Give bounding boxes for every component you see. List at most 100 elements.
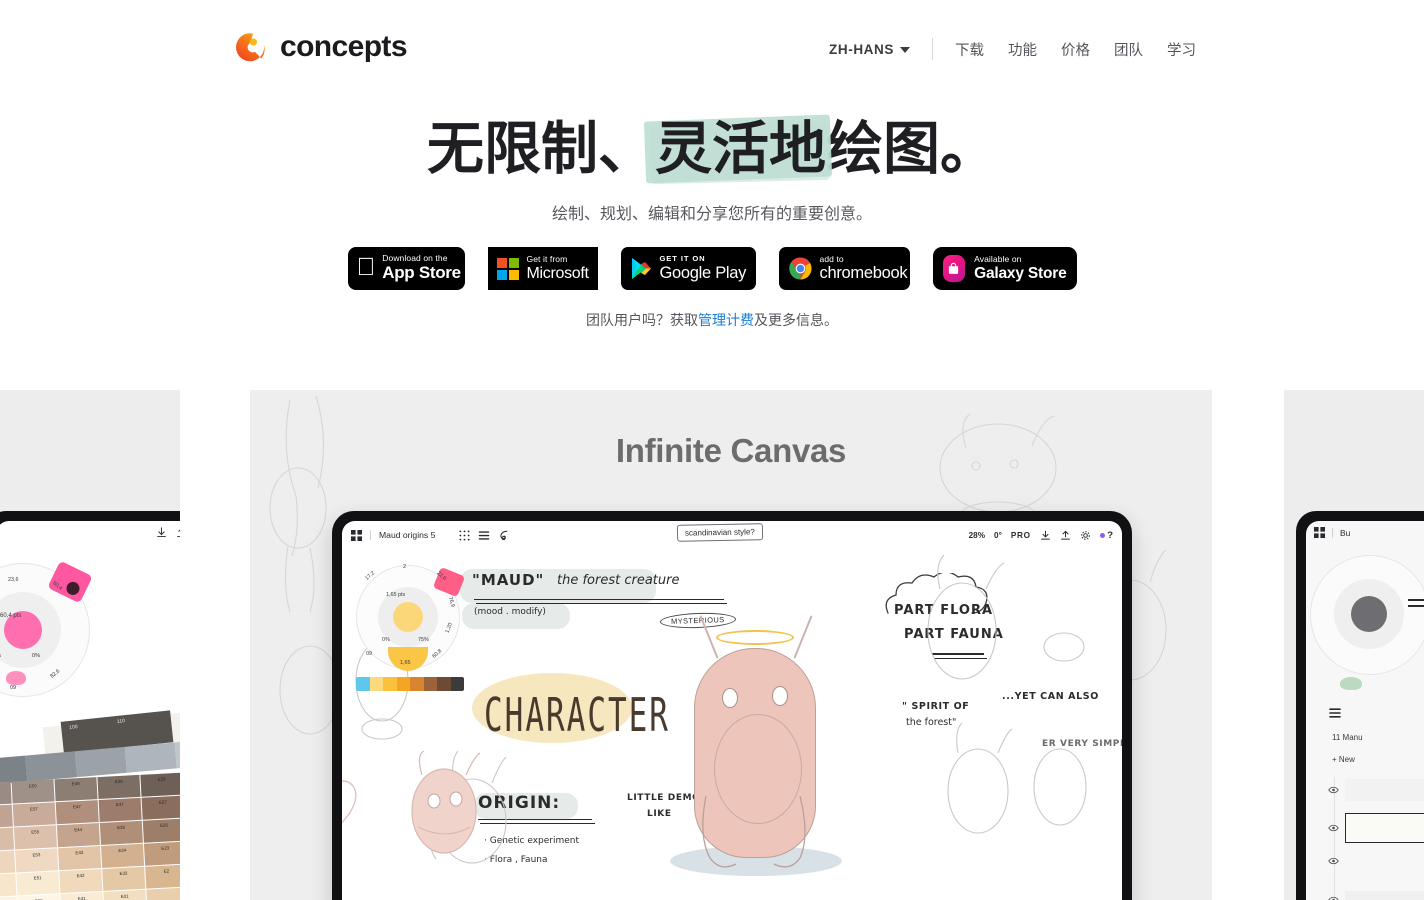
swatch-label-100: 100 xyxy=(69,724,78,731)
brush-size-label: 1,65 pts xyxy=(386,592,406,598)
chromebook-badge[interactable]: add to chromebook xyxy=(778,247,910,290)
google-play-big-label: Google Play xyxy=(659,263,747,282)
teams-info-line: 团队用户吗？获取管理计费及更多信息。 xyxy=(0,310,1424,330)
app-toolbar-left: Maud origins 5 xyxy=(351,529,510,541)
headline-part-2: 绘图。 xyxy=(826,117,997,181)
eye-visibility-icon[interactable] xyxy=(1328,824,1339,832)
upload-arrow-icon[interactable] xyxy=(176,527,180,538)
wheel-heart-swatch xyxy=(6,671,26,685)
google-play-icon xyxy=(631,257,652,280)
nav-link-downloads[interactable]: 下载 xyxy=(955,39,984,60)
layers-stack-icon[interactable] xyxy=(478,530,490,541)
sketch-heart-doodle xyxy=(342,780,357,824)
canvas-sketch: "MAUD" the forest creature (mood . modif… xyxy=(342,521,1122,900)
layers-manual-label: 11 Manu xyxy=(1332,733,1363,742)
layers-stack-icon[interactable] xyxy=(1328,707,1342,719)
headline-part-1: 无限制、 xyxy=(427,117,655,181)
tablet-screen-left: ? 60,4 pts 98% 0% xyxy=(0,521,180,900)
teams-billing-link[interactable]: 管理计费 xyxy=(698,312,754,328)
google-play-badge[interactable]: GET IT ON Google Play xyxy=(620,247,756,290)
galaxy-store-bag-icon xyxy=(942,255,966,282)
swatch-label-110: 110 xyxy=(116,718,126,725)
nav-divider xyxy=(932,38,933,60)
grid-squares-icon[interactable] xyxy=(351,529,362,541)
tool-wheel-active-segment xyxy=(388,647,428,671)
opacity-left-label: 0% xyxy=(382,637,390,643)
microsoft-big-label: Microsoft xyxy=(526,264,590,282)
wheel-brush-size-left: 60,4 pts xyxy=(0,613,22,619)
download-arrow-icon[interactable] xyxy=(1040,530,1051,541)
microsoft-logo-icon xyxy=(496,257,519,280)
apple-logo-icon:  xyxy=(357,254,376,280)
app-toolbar: Maud origins 5 28% 0° PRO ? xyxy=(342,521,1122,549)
layer-row[interactable] xyxy=(1328,779,1424,801)
carousel-card-next[interactable]: Bu 11 Manu + New xyxy=(1284,390,1424,900)
app-store-badge[interactable]:  Download on the App Store xyxy=(347,247,465,290)
wheel-tick-bottom-left: 09 xyxy=(366,651,372,657)
chrome-logo-icon xyxy=(788,257,812,280)
nav-link-teams[interactable]: 团队 xyxy=(1114,39,1143,60)
right-toolbar-left: Bu xyxy=(1314,527,1350,538)
carousel-card-active[interactable]: Infinite Canvas Maud origins 5 28% 0° PR… xyxy=(250,390,1212,900)
teams-suffix: 及更多信息。 xyxy=(754,312,838,328)
rotation-value[interactable]: 0° xyxy=(994,531,1002,540)
document-name[interactable]: Maud origins 5 xyxy=(370,530,435,540)
gear-icon[interactable] xyxy=(1080,530,1091,541)
layer-row[interactable] xyxy=(1328,891,1424,900)
new-layer-button[interactable]: + New xyxy=(1332,755,1355,764)
zoom-level[interactable]: 28% xyxy=(969,531,985,540)
concepts-c-mark-icon xyxy=(234,30,268,64)
dot-grid-icon[interactable] xyxy=(459,529,470,541)
tool-wheel[interactable]: 1,65 pts 0% 75% 17,2 2 22,6 76,9 1,20 60… xyxy=(356,564,466,671)
galaxy-store-badge[interactable]: Available on Galaxy Store xyxy=(932,247,1077,290)
hero-subtitle: 绘制、规划、编辑和分享您所有的重要创意。 xyxy=(551,206,872,223)
document-name-right[interactable]: Bu xyxy=(1332,527,1350,538)
wheel-tick-bottom: 09 xyxy=(10,685,16,691)
site-header: concepts ZH-HANS 下载 功能 价格 团队 学习 xyxy=(0,0,1424,100)
carousel-card-previous[interactable]: ? 60,4 pts 98% 0% xyxy=(0,390,180,900)
logo-text: concepts xyxy=(280,30,408,63)
feature-carousel: ? 60,4 pts 98% 0% xyxy=(0,390,1424,900)
tool-wheel-color-core xyxy=(393,602,423,632)
tablet-device-left: ? 60,4 pts 98% 0% xyxy=(0,511,180,900)
page-title: 无限制、 灵活地绘图。 xyxy=(0,114,1424,185)
grid-squares-icon[interactable] xyxy=(1314,527,1325,538)
eye-visibility-icon[interactable] xyxy=(1328,896,1339,900)
left-toolbar-right: ? xyxy=(156,527,180,538)
page-root: concepts ZH-HANS 下载 功能 价格 团队 学习 无限制、 灵活地绘… xyxy=(0,0,1424,900)
chromebook-small-label: add to xyxy=(819,253,844,264)
wheel-tick-top: 2 xyxy=(403,564,406,570)
tool-wheel-right[interactable] xyxy=(1310,555,1424,675)
swatch-grid-warm: E79E59E49E39E29E1 E7E57E47E37E27 E55E44E… xyxy=(0,770,180,900)
opacity-right-label: 75% xyxy=(418,637,429,643)
main-navigation: ZH-HANS 下载 功能 价格 团队 学习 xyxy=(829,38,1196,60)
layer-row[interactable] xyxy=(1328,857,1339,864)
microsoft-store-badge[interactable]: Get it from Microsoft xyxy=(487,247,598,290)
question-mark-icon[interactable]: ? xyxy=(1099,530,1113,541)
nav-link-features[interactable]: 功能 xyxy=(1008,39,1037,60)
color-palette-strip[interactable] xyxy=(356,677,464,691)
wheel-opacity-right: 0% xyxy=(32,653,41,659)
store-badges:  Download on the App Store Get it from … xyxy=(0,247,1424,290)
app-toolbar-right: 28% 0° PRO ? xyxy=(969,530,1113,541)
nav-link-learn[interactable]: 学习 xyxy=(1167,39,1196,60)
app-canvas-screen: Maud origins 5 28% 0° PRO ? "MAUD" the f… xyxy=(342,521,1122,900)
language-selector[interactable]: ZH-HANS xyxy=(829,42,932,57)
right-green-swatch xyxy=(1340,677,1362,690)
upload-arrow-icon[interactable] xyxy=(1060,530,1071,541)
wheel-tick-top: 23,6 xyxy=(8,577,19,583)
lasso-loop-icon[interactable] xyxy=(498,529,510,541)
chromebook-big-label: chromebook xyxy=(819,264,908,283)
eye-visibility-icon[interactable] xyxy=(1328,857,1339,864)
tool-wheel-left[interactable]: 60,4 pts 98% 0% 23,6 60,4 82,6 09 xyxy=(0,560,93,697)
nav-link-pricing[interactable]: 价格 xyxy=(1061,39,1090,60)
language-label: ZH-HANS xyxy=(829,41,894,57)
headline-highlight-wrap: 灵活地 xyxy=(643,114,833,185)
logo[interactable]: concepts xyxy=(234,30,408,64)
layer-row[interactable] xyxy=(1328,813,1424,843)
pro-badge[interactable]: PRO xyxy=(1011,531,1031,540)
download-arrow-icon[interactable] xyxy=(156,527,167,538)
tablet-device-main: Maud origins 5 28% 0° PRO ? "MAUD" the f… xyxy=(332,511,1132,900)
eye-visibility-icon[interactable] xyxy=(1328,786,1339,794)
chevron-down-icon xyxy=(900,47,910,53)
